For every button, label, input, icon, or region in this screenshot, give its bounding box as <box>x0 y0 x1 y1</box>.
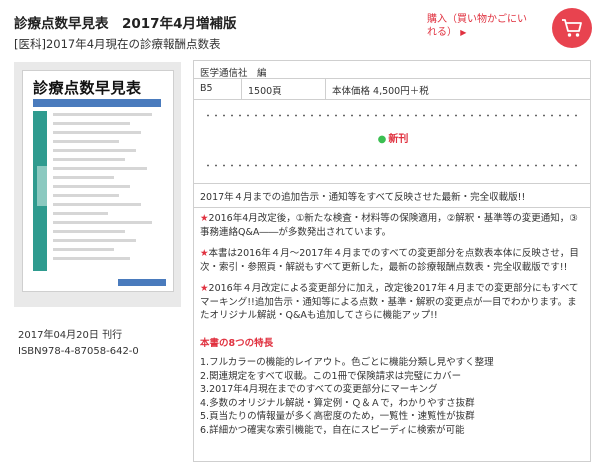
buy-arrow-icon: ▶ <box>460 28 467 37</box>
new-release-label: ● 新刊 <box>194 130 590 145</box>
buy-link[interactable]: 購入（買い物かごにいれる） ▶ <box>427 13 527 39</box>
new-release-box: ● 新刊 <box>194 100 590 184</box>
description-paragraph: ★2016年4月改定後，①新たな検査・材料等の保険適用，②解釈・基準等の変更通知… <box>200 213 578 238</box>
publication-date: 2017年04月20日 刊行 <box>18 330 123 341</box>
page-count: 1500頁 <box>242 79 326 99</box>
page-title: 診療点数早見表 2017年4月増補版 <box>14 16 237 32</box>
star-icon: ★ <box>200 213 209 224</box>
star-icon: ★ <box>200 283 209 294</box>
features-heading: 本書の8つの特長 <box>200 337 274 349</box>
cart-button[interactable] <box>552 8 592 48</box>
book-info-panel: 医学通信社 編 B5 1500頁 本体価格 4,500円＋税 ● 新刊 2017年… <box>193 60 591 462</box>
feature-item: 1.フルカラーの機能的レイアウト。色ごとに機能分類し見やすく整理 <box>200 357 494 368</box>
buy-link-label: 購入（買い物かごにいれる） <box>427 14 527 38</box>
description: ★2016年4月改定後，①新たな検査・材料等の保険適用，②解釈・基準等の変更通知… <box>194 208 590 437</box>
cover-band <box>33 99 161 107</box>
book-cover: 診療点数早見表 <box>22 70 174 292</box>
price: 本体価格 4,500円＋税 <box>332 86 429 97</box>
feature-item: 3.2017年4月現在までのすべての変更部分にマーキング <box>200 384 438 395</box>
publisher-row: 医学通信社 編 <box>194 61 590 79</box>
cover-title: 診療点数早見表 <box>33 79 142 97</box>
star-icon: ★ <box>200 248 209 259</box>
book-size: B5 <box>194 79 242 99</box>
description-paragraph: ★2016年４月改定による変更部分に加え，改定後2017年４月までの変更部分にも… <box>200 283 579 321</box>
page-subtitle: [医科]2017年4月現在の診療報酬点数表 <box>14 37 221 51</box>
feature-item: 5.頁当たりの情報量が多く高密度のため，一覧性・速覧性が抜群 <box>200 411 475 422</box>
shopping-cart-icon <box>562 19 582 37</box>
dotted-divider-bottom <box>204 164 580 167</box>
specs-row: B5 1500頁 本体価格 4,500円＋税 <box>194 79 590 100</box>
summary-text: 2017年４月までの追加告示・通知等をすべて反映させた最新・完全収載版!! <box>200 192 526 203</box>
cover-contents-lines <box>53 113 163 266</box>
feature-item: 4.多数のオリジナル解説・算定例・Ｑ＆Ａで，わかりやすさ抜群 <box>200 397 475 409</box>
bullet-icon: ● <box>377 134 387 145</box>
book-cover-image: 診療点数早見表 <box>14 62 181 307</box>
new-release-text: 新刊 <box>388 134 409 145</box>
isbn: ISBN978-4-87058-642-0 <box>18 346 139 357</box>
summary-row: 2017年４月までの追加告示・通知等をすべて反映させた最新・完全収載版!! <box>194 184 590 208</box>
cover-publisher-mark <box>118 279 166 286</box>
publisher: 医学通信社 編 <box>200 68 267 79</box>
description-paragraph: ★本書は2016年４月～2017年４月までのすべての変更部分を点数表本体に反映さ… <box>200 248 579 273</box>
feature-item: 2.関連規定をすべて収載。この1冊で保険請求は完璧にカバー <box>200 370 462 382</box>
cover-side-badge <box>37 166 47 206</box>
feature-item: 6.詳細かつ確実な索引機能で，自在にスピーディに検索が可能 <box>200 424 465 436</box>
dotted-divider-top <box>204 114 580 117</box>
